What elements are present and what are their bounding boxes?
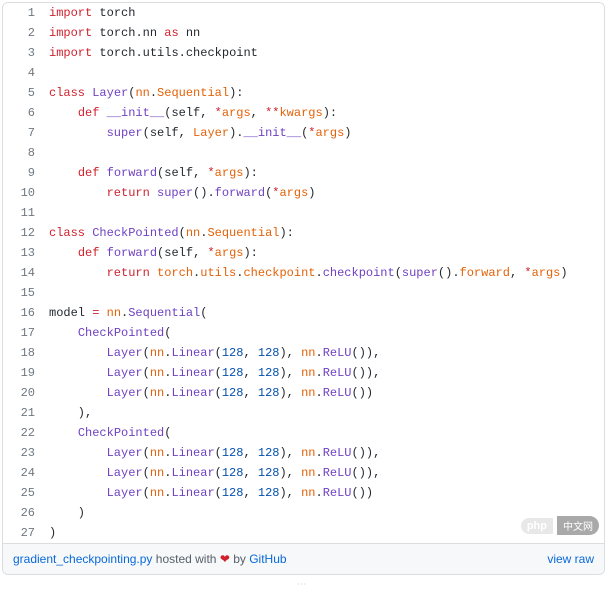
line-number[interactable]: 9 [3, 163, 45, 183]
code-line: 25 Layer(nn.Linear(128, 128), nn.ReLU()) [3, 483, 604, 503]
line-code[interactable]: CheckPointed( [45, 323, 171, 343]
line-number[interactable]: 10 [3, 183, 45, 203]
line-number[interactable]: 27 [3, 523, 45, 543]
line-number[interactable]: 18 [3, 343, 45, 363]
code-line: 15 [3, 283, 604, 303]
view-raw-link[interactable]: view raw [547, 552, 594, 566]
line-code[interactable]: def forward(self, *args): [45, 163, 258, 183]
line-number[interactable]: 6 [3, 103, 45, 123]
line-code[interactable]: def __init__(self, *args, **kwargs): [45, 103, 337, 123]
line-number[interactable]: 3 [3, 43, 45, 63]
code-line: 18 Layer(nn.Linear(128, 128), nn.ReLU())… [3, 343, 604, 363]
line-number[interactable]: 26 [3, 503, 45, 523]
code-line: 17 CheckPointed( [3, 323, 604, 343]
code-line: 20 Layer(nn.Linear(128, 128), nn.ReLU()) [3, 383, 604, 403]
line-code[interactable] [45, 283, 49, 303]
line-number[interactable]: 23 [3, 443, 45, 463]
line-number[interactable]: 21 [3, 403, 45, 423]
code-line: 4 [3, 63, 604, 83]
code-line: 21 ), [3, 403, 604, 423]
line-number[interactable]: 5 [3, 83, 45, 103]
line-code[interactable]: import torch.nn as nn [45, 23, 200, 43]
code-line: 3import torch.utils.checkpoint [3, 43, 604, 63]
line-code[interactable]: import torch.utils.checkpoint [45, 43, 258, 63]
gist-container: 1import torch2import torch.nn as nn3impo… [2, 2, 605, 575]
line-code[interactable]: super(self, Layer).__init__(*args) [45, 123, 352, 143]
scroll-hint: ⋯ [0, 577, 607, 592]
code-line: 24 Layer(nn.Linear(128, 128), nn.ReLU())… [3, 463, 604, 483]
line-code[interactable]: model = nn.Sequential( [45, 303, 207, 323]
line-code[interactable] [45, 203, 49, 223]
watermark-badge: php [521, 518, 553, 534]
by-text: by [230, 552, 249, 566]
line-code[interactable]: import torch [45, 3, 135, 23]
line-number[interactable]: 1 [3, 3, 45, 23]
code-line: 23 Layer(nn.Linear(128, 128), nn.ReLU())… [3, 443, 604, 463]
line-code[interactable]: Layer(nn.Linear(128, 128), nn.ReLU()), [45, 443, 380, 463]
code-line: 26 ) [3, 503, 604, 523]
line-code[interactable]: ) [45, 503, 85, 523]
gist-meta: gradient_checkpointing.py hosted with ❤ … [3, 543, 604, 574]
line-number[interactable]: 13 [3, 243, 45, 263]
line-code[interactable]: Layer(nn.Linear(128, 128), nn.ReLU()) [45, 383, 373, 403]
line-code[interactable]: ) [45, 523, 56, 543]
filename-link[interactable]: gradient_checkpointing.py [13, 552, 152, 566]
line-number[interactable]: 22 [3, 423, 45, 443]
code-line: 6 def __init__(self, *args, **kwargs): [3, 103, 604, 123]
line-code[interactable] [45, 143, 49, 163]
line-code[interactable]: ), [45, 403, 92, 423]
code-line: 13 def forward(self, *args): [3, 243, 604, 263]
line-number[interactable]: 17 [3, 323, 45, 343]
line-code[interactable]: Layer(nn.Linear(128, 128), nn.ReLU()), [45, 343, 380, 363]
line-code[interactable]: Layer(nn.Linear(128, 128), nn.ReLU()), [45, 363, 380, 383]
code-line: 14 return torch.utils.checkpoint.checkpo… [3, 263, 604, 283]
hosted-with-text: hosted with [152, 552, 219, 566]
line-number[interactable]: 12 [3, 223, 45, 243]
code-line: 10 return super().forward(*args) [3, 183, 604, 203]
heart-icon: ❤ [220, 552, 230, 566]
code-line: 27) [3, 523, 604, 543]
line-code[interactable]: return super().forward(*args) [45, 183, 316, 203]
line-code[interactable]: def forward(self, *args): [45, 243, 258, 263]
line-code[interactable]: Layer(nn.Linear(128, 128), nn.ReLU()), [45, 463, 380, 483]
line-number[interactable]: 4 [3, 63, 45, 83]
watermark-text: 中文网 [557, 516, 599, 535]
code-area[interactable]: 1import torch2import torch.nn as nn3impo… [3, 3, 604, 543]
code-line: 19 Layer(nn.Linear(128, 128), nn.ReLU())… [3, 363, 604, 383]
code-line: 1import torch [3, 3, 604, 23]
meta-left: gradient_checkpointing.py hosted with ❤ … [13, 552, 287, 566]
line-code[interactable] [45, 63, 49, 83]
line-code[interactable]: class Layer(nn.Sequential): [45, 83, 243, 103]
watermark: php中文网 [521, 516, 599, 535]
line-code[interactable]: class CheckPointed(nn.Sequential): [45, 223, 294, 243]
code-line: 2import torch.nn as nn [3, 23, 604, 43]
line-code[interactable]: return torch.utils.checkpoint.checkpoint… [45, 263, 568, 283]
code-line: 12class CheckPointed(nn.Sequential): [3, 223, 604, 243]
github-link[interactable]: GitHub [249, 552, 286, 566]
line-number[interactable]: 7 [3, 123, 45, 143]
line-number[interactable]: 14 [3, 263, 45, 283]
code-line: 22 CheckPointed( [3, 423, 604, 443]
line-number[interactable]: 25 [3, 483, 45, 503]
line-number[interactable]: 16 [3, 303, 45, 323]
line-number[interactable]: 15 [3, 283, 45, 303]
code-line: 5class Layer(nn.Sequential): [3, 83, 604, 103]
code-line: 11 [3, 203, 604, 223]
code-line: 7 super(self, Layer).__init__(*args) [3, 123, 604, 143]
line-code[interactable]: CheckPointed( [45, 423, 171, 443]
line-number[interactable]: 2 [3, 23, 45, 43]
code-line: 16model = nn.Sequential( [3, 303, 604, 323]
line-number[interactable]: 24 [3, 463, 45, 483]
line-number[interactable]: 11 [3, 203, 45, 223]
line-number[interactable]: 20 [3, 383, 45, 403]
line-number[interactable]: 8 [3, 143, 45, 163]
code-line: 8 [3, 143, 604, 163]
line-number[interactable]: 19 [3, 363, 45, 383]
code-line: 9 def forward(self, *args): [3, 163, 604, 183]
line-code[interactable]: Layer(nn.Linear(128, 128), nn.ReLU()) [45, 483, 373, 503]
